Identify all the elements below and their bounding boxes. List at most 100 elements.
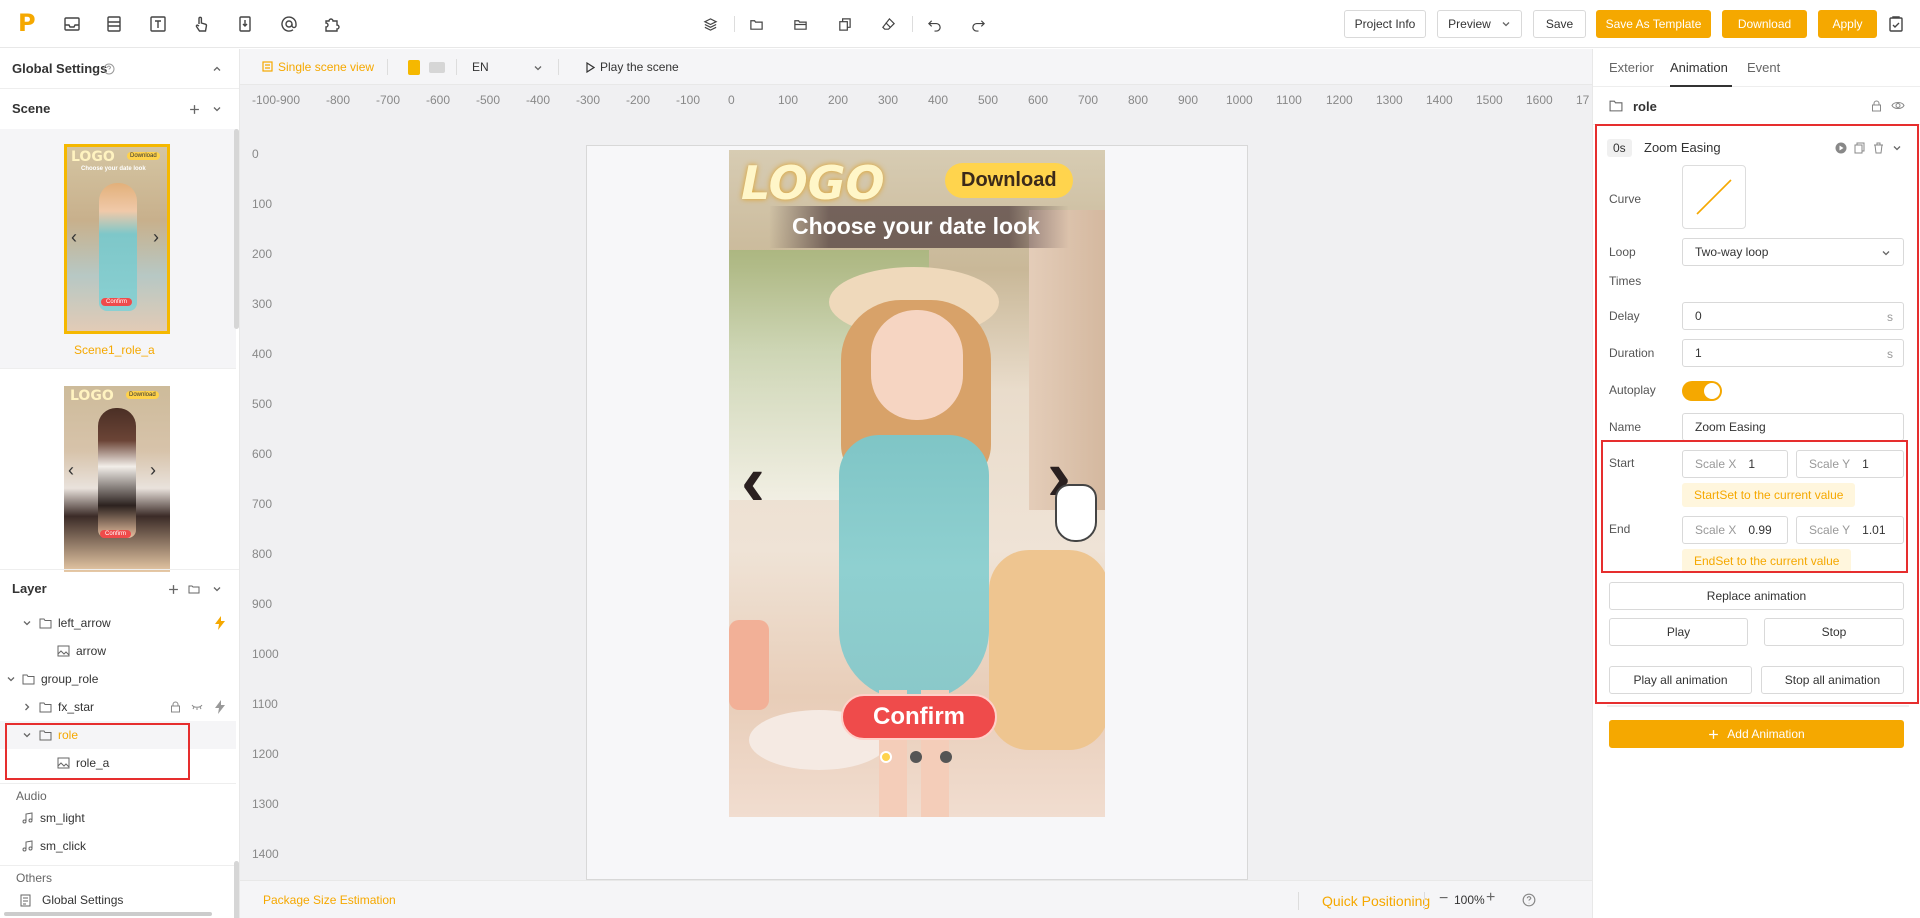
apply-button[interactable]: Apply xyxy=(1818,10,1877,38)
chevron-down-icon[interactable] xyxy=(6,674,16,684)
ruler-label: -300 xyxy=(576,93,601,107)
redo-icon[interactable] xyxy=(968,14,988,34)
inbox-icon[interactable] xyxy=(60,12,84,36)
chevron-down-icon[interactable] xyxy=(533,63,543,73)
add-animation-label: Add Animation xyxy=(1727,727,1805,741)
eraser-icon[interactable] xyxy=(878,14,898,34)
add-animation-button[interactable]: Add Animation xyxy=(1609,720,1904,748)
eye-hidden-icon[interactable] xyxy=(191,702,203,712)
save-as-template-button[interactable]: Save As Template xyxy=(1596,10,1711,38)
pager-dot[interactable] xyxy=(910,751,922,763)
scene-thumbnail[interactable]: LOGO Download ‹ › Confirm xyxy=(64,386,170,572)
clipboard-check-icon[interactable] xyxy=(1884,12,1908,36)
language-select[interactable]: EN xyxy=(472,60,489,74)
eye-icon[interactable] xyxy=(1891,100,1905,111)
preview-button[interactable]: Preview xyxy=(1437,10,1522,38)
tab-exterior[interactable]: Exterior xyxy=(1609,60,1654,75)
layer-scrollbar[interactable] xyxy=(234,861,239,918)
gesture-icon[interactable] xyxy=(189,12,213,36)
zoom-out-button[interactable]: − xyxy=(1439,890,1448,908)
horizontal-scrollbar[interactable] xyxy=(4,912,212,916)
plugin-icon[interactable] xyxy=(320,12,344,36)
layer-item-group-role[interactable]: group_role xyxy=(0,665,236,693)
tab-animation[interactable]: Animation xyxy=(1670,60,1728,75)
save-button[interactable]: Save xyxy=(1533,10,1586,38)
scene-card-selected[interactable]: LOGO Download Choose your date look ‹ › … xyxy=(0,129,236,369)
help-icon[interactable] xyxy=(102,62,116,76)
folder-icon[interactable] xyxy=(746,14,766,34)
lightning-icon[interactable] xyxy=(215,700,225,714)
layers-icon[interactable] xyxy=(700,14,720,34)
folder-icon xyxy=(1609,99,1623,112)
hand-pointer-icon xyxy=(1055,484,1097,542)
pager-dot-active[interactable] xyxy=(880,751,892,763)
at-icon[interactable] xyxy=(277,12,301,36)
play-all-animation-button[interactable]: Play all animation xyxy=(1609,666,1752,694)
global-settings-title: Global Settings xyxy=(12,61,108,76)
ruler-label: 800 xyxy=(252,547,273,561)
app-logo[interactable]: P xyxy=(18,9,36,37)
tab-event[interactable]: Event xyxy=(1747,60,1780,75)
ad-download-button[interactable]: Download xyxy=(945,163,1073,198)
chevron-down-icon[interactable] xyxy=(22,618,32,628)
ad-left-arrow-icon[interactable]: ‹ xyxy=(741,445,765,517)
color-swatch-gray[interactable] xyxy=(429,62,445,73)
stop-all-animation-button[interactable]: Stop all animation xyxy=(1761,666,1904,694)
toolbar-divider xyxy=(734,16,735,32)
ruler-label: -600 xyxy=(426,93,451,107)
chevron-up-icon[interactable] xyxy=(210,62,224,76)
folder-open-icon[interactable] xyxy=(790,14,810,34)
zoom-in-button[interactable]: + xyxy=(1486,889,1495,907)
document-icon[interactable] xyxy=(233,12,257,36)
single-scene-view-toggle[interactable]: Single scene view xyxy=(278,60,374,74)
plus-icon[interactable] xyxy=(187,102,201,116)
ruler-label: 0 xyxy=(252,147,259,161)
audio-item-sm-light[interactable]: sm_light xyxy=(0,804,236,832)
help-icon[interactable] xyxy=(1522,893,1536,907)
others-item-global-settings[interactable]: Global Settings xyxy=(0,886,236,914)
chevron-down-icon[interactable] xyxy=(210,102,224,116)
chevron-down-icon[interactable] xyxy=(210,582,224,596)
subbar-divider xyxy=(387,59,388,75)
ruler-label: -700 xyxy=(376,93,401,107)
play-the-scene-button[interactable]: Play the scene xyxy=(600,60,679,74)
project-info-button[interactable]: Project Info xyxy=(1344,10,1426,38)
folder-icon[interactable] xyxy=(187,582,201,596)
ad-creative[interactable]: LOGO Download Choose your date look ‹ › … xyxy=(729,150,1105,817)
ruler-label: -400 xyxy=(526,93,551,107)
download-button[interactable]: Download xyxy=(1722,10,1807,38)
plus-icon[interactable] xyxy=(166,582,180,596)
lock-icon[interactable] xyxy=(170,701,181,713)
color-swatch-orange[interactable] xyxy=(408,60,420,75)
ruler-label: 1300 xyxy=(1376,93,1403,107)
ruler-label: 800 xyxy=(1128,93,1149,107)
scene-thumbnail[interactable]: LOGO Download Choose your date look ‹ › … xyxy=(64,144,170,334)
canvas-area: Single scene view EN Play the scene -100… xyxy=(240,49,1592,918)
undo-icon[interactable] xyxy=(924,14,944,34)
scene-card[interactable]: LOGO Download ‹ › Confirm xyxy=(0,369,236,572)
canvas-subbar: Single scene view EN Play the scene xyxy=(240,49,1592,85)
lock-icon[interactable] xyxy=(1871,100,1882,112)
quick-positioning-link[interactable]: Quick Positioning xyxy=(1322,893,1430,909)
music-note-icon xyxy=(22,812,33,824)
audio-item-sm-click[interactable]: sm_click xyxy=(0,832,236,860)
scene-list-scrollbar[interactable] xyxy=(234,129,239,329)
play-icon[interactable] xyxy=(586,62,595,73)
text-icon[interactable] xyxy=(146,12,170,36)
layer-item-left-arrow[interactable]: left_arrow xyxy=(0,609,236,637)
ad-confirm-button[interactable]: Confirm xyxy=(841,694,997,740)
preview-label: Preview xyxy=(1448,17,1491,31)
copy-icon[interactable] xyxy=(834,14,854,34)
layer-item-fx-star[interactable]: fx_star xyxy=(0,693,236,721)
thumb-right-arrow-icon: › xyxy=(150,460,156,480)
single-scene-icon xyxy=(262,61,273,72)
layer-item-arrow[interactable]: arrow xyxy=(0,637,236,665)
zoom-level: 100% xyxy=(1454,893,1485,907)
package-size-estimation-link[interactable]: Package Size Estimation xyxy=(263,893,396,907)
chevron-right-icon[interactable] xyxy=(22,702,32,712)
folder-icon xyxy=(22,673,35,685)
lightning-icon[interactable] xyxy=(215,616,225,630)
layout-icon[interactable] xyxy=(102,12,126,36)
ruler-label: -100 xyxy=(676,93,701,107)
pager-dot[interactable] xyxy=(940,751,952,763)
